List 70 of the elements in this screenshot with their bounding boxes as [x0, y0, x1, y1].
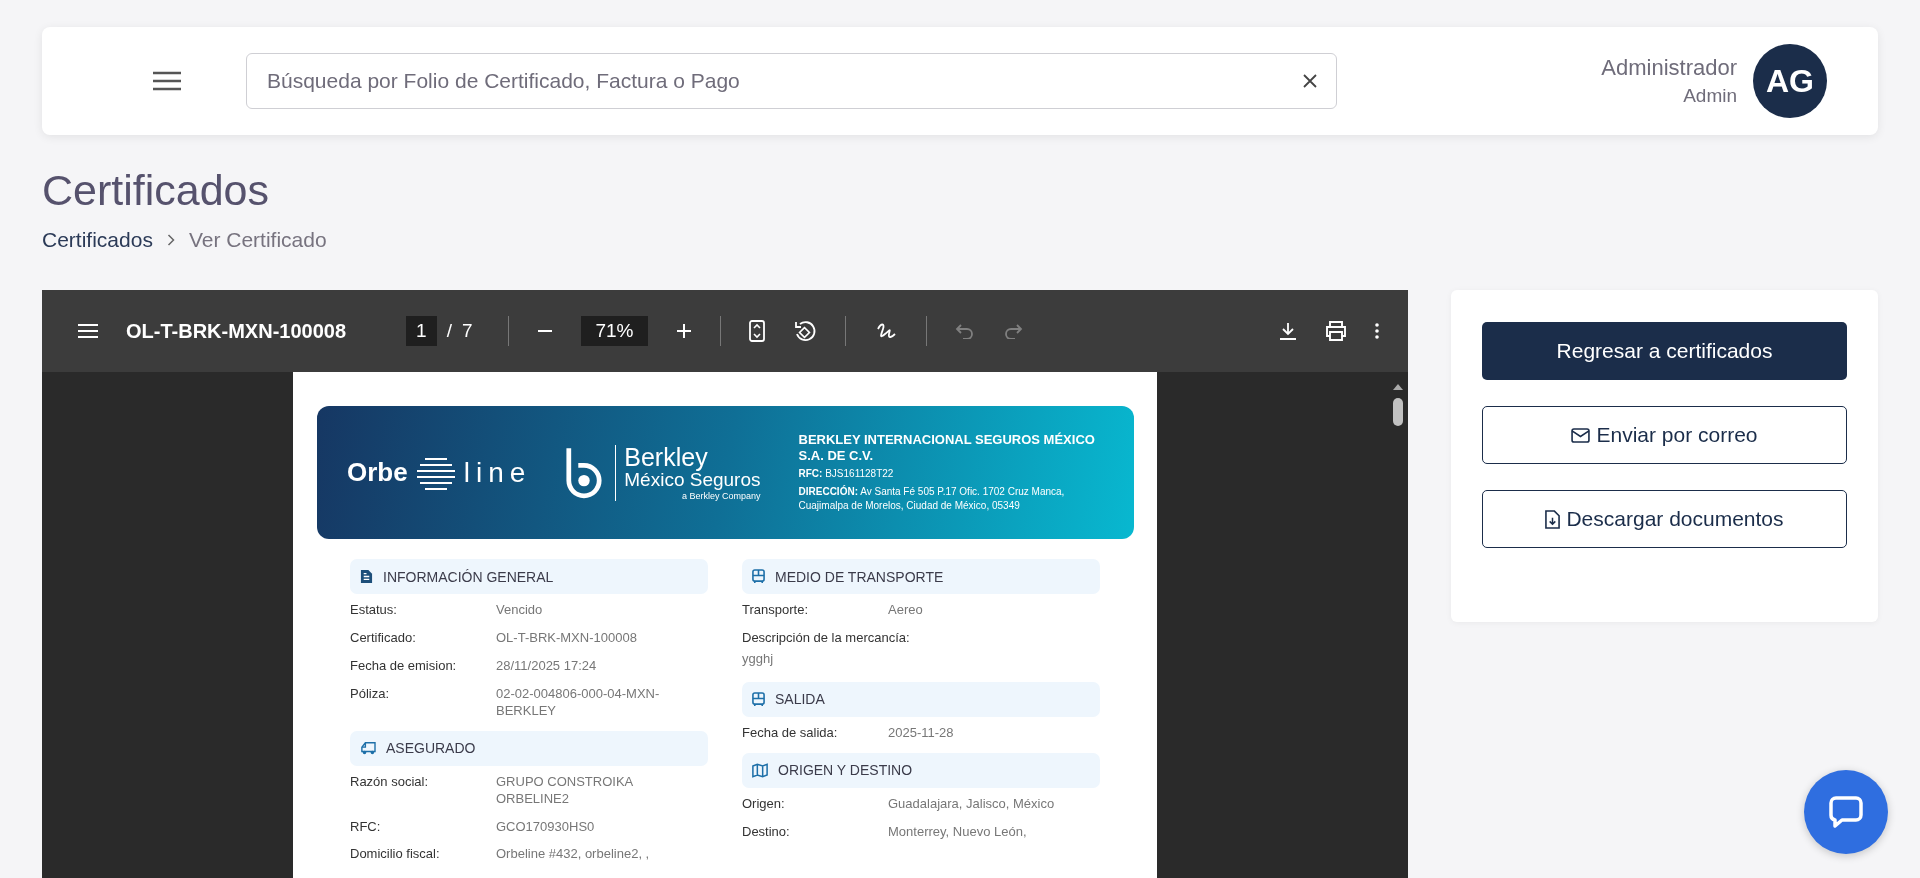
- print-icon[interactable]: [1325, 321, 1347, 342]
- document-icon: [360, 569, 373, 585]
- page-count: 7: [461, 320, 473, 343]
- logo-text: line: [463, 456, 532, 489]
- field-value: Orbeline #432, orbeline2, ,: [496, 846, 651, 864]
- action-button[interactable]: Descargar documentos: [1482, 490, 1847, 549]
- section-title: ASEGURADO: [386, 740, 476, 757]
- brand-tagline: a Berkley Company: [681, 490, 761, 501]
- field-value: Vencido: [496, 602, 544, 620]
- field-value: Guadalajara, Jalisco, México: [888, 795, 1056, 813]
- rotate-icon[interactable]: [792, 319, 817, 344]
- field-label: Razón social:: [350, 773, 430, 791]
- brand-name: Berkley: [624, 444, 709, 470]
- section-title: ORIGEN Y DESTINO: [778, 762, 913, 779]
- chat-button[interactable]: [1804, 770, 1888, 854]
- bus-icon: [752, 691, 765, 707]
- close-icon[interactable]: [1303, 74, 1317, 88]
- field-value: ygghj: [742, 651, 775, 668]
- file-download-icon: [1545, 509, 1561, 529]
- field-value: 2025-11-28: [888, 724, 955, 742]
- section-title: INFORMACIÓN GENERAL: [383, 568, 554, 585]
- field-label: Transporte:: [742, 602, 809, 620]
- search-field[interactable]: Búsqueda por Folio de Certificado, Factura o Pago: [246, 53, 1337, 109]
- field-value: Aereo: [888, 602, 924, 620]
- section-title: MEDIO DE TRANSPORTE: [775, 568, 944, 585]
- field-label: Certificado:: [350, 630, 417, 648]
- more-icon[interactable]: [1375, 323, 1379, 340]
- field-label: Domicilio fiscal:: [350, 846, 441, 864]
- action-button[interactable]: Enviar por correo: [1482, 406, 1847, 465]
- field-label: Destino:: [742, 823, 791, 841]
- field-value: GRUPO CONSTROIKA ORBELINE2: [496, 773, 634, 808]
- field-label: Fecha de salida:: [742, 724, 839, 742]
- download-icon[interactable]: [1279, 322, 1297, 341]
- field-value: OL-T-BRK-MXN-100008: [496, 630, 638, 648]
- zoom-in-icon[interactable]: [675, 323, 692, 340]
- company-rfc: RFC: BJS161128T22: [798, 467, 895, 482]
- field-label: Descripción de la mercancía:: [742, 630, 911, 648]
- logo-text: Orbe: [347, 457, 408, 489]
- page-title: Certificados: [42, 167, 271, 215]
- field-label: Fecha de emision:: [350, 658, 458, 675]
- user-role: Admin: [1683, 85, 1737, 107]
- document-title: OL-T-BRK-MXN-100008: [126, 319, 347, 343]
- section-title: SALIDA: [775, 691, 825, 708]
- fit-page-icon[interactable]: [748, 320, 765, 343]
- chat-icon: [1829, 796, 1863, 828]
- field-value: 28/11/2025 17:24: [496, 658, 598, 675]
- chevron-icon: [166, 234, 175, 247]
- mail-icon: [1571, 427, 1591, 443]
- bus-icon: [752, 569, 765, 585]
- user-avatar[interactable]: AG: [1753, 44, 1827, 118]
- company-name: BERKLEY INTERNACIONAL SEGUROS MÉXICO S.A. DE C.V.: [798, 431, 1096, 465]
- field-label: Estatus:: [350, 602, 398, 620]
- breadcrumb-item[interactable]: Certificados: [42, 228, 153, 253]
- field-label: RFC:: [350, 818, 382, 836]
- company-address: DIRECCIÓN: Av Santa Fé 505 P.17 Ofic. 1702 Cruz Manca, Cuajimalpa de Morelos, Ciudad de México, 05349: [798, 484, 1066, 514]
- b-logo-icon: [565, 445, 604, 500]
- page-separator: /: [446, 320, 452, 343]
- field-label: Origen:: [742, 795, 786, 813]
- map-icon: [752, 762, 768, 778]
- action-button[interactable]: Regresar a certificados: [1482, 322, 1847, 381]
- user-name: Administrador: [1601, 55, 1737, 81]
- menu-icon[interactable]: [153, 71, 181, 91]
- field-label: Póliza:: [350, 685, 391, 703]
- field-value: 02-02-004806-000-04-MXN-BERKLEY: [496, 685, 661, 720]
- zoom-field[interactable]: 71%: [581, 316, 648, 347]
- truck-icon: [360, 741, 376, 756]
- breadcrumb-item: Ver Certificado: [188, 228, 327, 253]
- field-value: GCO170930HS0: [496, 818, 596, 836]
- page-number-field[interactable]: 1: [406, 316, 437, 347]
- field-value: Monterrey, Nuevo León,: [888, 823, 1028, 841]
